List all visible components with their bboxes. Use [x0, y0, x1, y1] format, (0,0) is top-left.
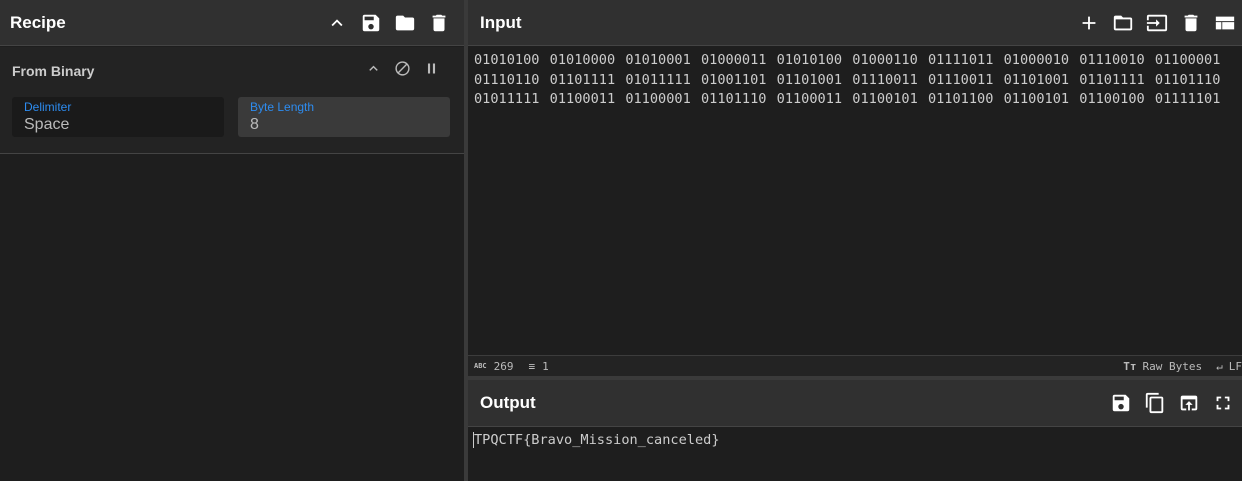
lines-icon: ≡	[528, 359, 536, 373]
byte-length-field[interactable]: Byte Length 8	[238, 97, 450, 137]
pause-icon[interactable]	[423, 60, 440, 77]
abc-icon: ABC	[474, 362, 487, 370]
encoding-value[interactable]: Raw Bytes	[1143, 360, 1203, 373]
open-folder-icon[interactable]	[1112, 12, 1134, 34]
length-count: 269	[493, 359, 514, 373]
input-header: Input	[468, 0, 1242, 46]
delimiter-label: Delimiter	[24, 100, 72, 114]
eol-icon: ↵	[1216, 359, 1223, 373]
recipe-title: Recipe	[10, 12, 66, 32]
recipe-header: Recipe	[0, 0, 464, 46]
copy-icon[interactable]	[1144, 392, 1166, 414]
output-textarea[interactable]: TPQCTF{Bravo_Mission_canceled}	[473, 432, 720, 448]
open-file-icon[interactable]	[1146, 12, 1168, 34]
disable-icon[interactable]	[394, 60, 411, 77]
replace-input-icon[interactable]	[1178, 392, 1200, 414]
operation-title: From Binary	[12, 63, 95, 79]
text-encoding-icon: Tт	[1123, 359, 1137, 373]
chevron-up-icon[interactable]	[326, 12, 348, 34]
add-tab-icon[interactable]	[1078, 12, 1100, 34]
folder-icon[interactable]	[394, 12, 416, 34]
trash-icon[interactable]	[428, 12, 450, 34]
recipe-panel: Recipe From Binary Delimiter Space Byte …	[0, 0, 464, 481]
input-status-bar: ABC 269 ≡ 1 Tт Raw Bytes ↵ LF	[468, 355, 1242, 376]
input-title: Input	[480, 12, 522, 32]
lines-count: 1	[542, 359, 549, 373]
output-title: Output	[480, 393, 536, 412]
trash-icon[interactable]	[1180, 12, 1202, 34]
delimiter-field[interactable]: Delimiter Space	[12, 97, 224, 137]
save-icon[interactable]	[1110, 392, 1132, 414]
input-textarea[interactable]: 01010100 01010000 01010001 01000011 0101…	[474, 51, 1234, 110]
layout-icon[interactable]	[1214, 12, 1236, 34]
output-header: Output	[468, 380, 1242, 427]
byte-length-value: 8	[250, 116, 259, 133]
chevron-up-icon[interactable]	[365, 60, 382, 77]
byte-length-label: Byte Length	[250, 100, 315, 114]
maximize-icon[interactable]	[1212, 392, 1234, 414]
operation-from-binary[interactable]: From Binary Delimiter Space Byte Length …	[0, 47, 464, 154]
delimiter-value: Space	[24, 116, 70, 133]
save-icon[interactable]	[360, 12, 382, 34]
eol-value[interactable]: LF	[1229, 360, 1242, 373]
